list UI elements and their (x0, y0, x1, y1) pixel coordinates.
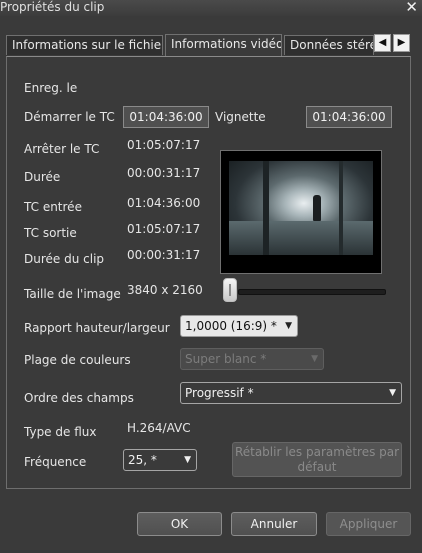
chevron-down-icon: ▼ (311, 354, 318, 364)
stop-tc-value: 01:05:07:17 (127, 138, 201, 152)
window-title: Propriétés du clip (0, 0, 105, 14)
image-size-value: 3840 x 2160 (127, 283, 203, 297)
duration-label: Durée (24, 170, 61, 184)
clip-duration-label: Durée du clip (24, 252, 105, 266)
thumbnail-slider-track[interactable] (238, 289, 386, 295)
clip-duration-value: 00:00:31:17 (127, 248, 201, 262)
tab-stereo-data[interactable]: Données stéré (284, 35, 374, 55)
start-tc-label: Démarrer le TC (24, 110, 115, 124)
tab-video-info[interactable]: Informations vidéo (165, 34, 282, 56)
tab-bar: Informations sur le fichier Informations… (6, 34, 412, 56)
tab-file-info[interactable]: Informations sur le fichier (6, 35, 163, 55)
chevron-down-icon: ▼ (285, 321, 292, 331)
tab-scroll-right-icon[interactable]: ▶ (393, 34, 410, 52)
frame-rate-select[interactable]: 25, * ▼ (123, 449, 197, 471)
cancel-button[interactable]: Annuler (231, 512, 317, 536)
frame-rate-label: Fréquence (24, 455, 87, 469)
apply-button: Appliquer (326, 512, 411, 536)
field-order-select[interactable]: Progressif * ▼ (180, 382, 402, 404)
stop-tc-label: Arrêter le TC (24, 142, 100, 156)
tc-in-label: TC entrée (24, 200, 82, 214)
frame-rate-value: 25, * (128, 453, 157, 467)
tc-out-label: TC sortie (24, 226, 77, 240)
field-order-value: Progressif * (185, 386, 254, 400)
ok-button[interactable]: OK (137, 512, 222, 536)
color-range-value: Super blanc * (185, 352, 267, 366)
tc-out-value: 01:05:07:17 (127, 222, 201, 236)
close-icon[interactable]: ✕ (405, 0, 418, 16)
aspect-ratio-value: 1,0000 (16:9) * (185, 319, 277, 333)
image-size-label: Taille de l'image (24, 287, 121, 301)
chevron-down-icon: ▼ (184, 455, 191, 465)
title-bar: Propriétés du clip ✕ (0, 0, 422, 16)
stream-type-label: Type de flux (24, 425, 97, 439)
reset-defaults-button: Rétablir les paramètres par défaut (232, 442, 402, 477)
start-tc-field[interactable]: 01:04:36:00 (123, 106, 209, 128)
chevron-down-icon: ▼ (389, 388, 396, 398)
thumbnail-preview (220, 150, 382, 274)
thumbnail-label: Vignette (215, 110, 266, 124)
preview-image (229, 161, 373, 255)
color-range-select: Super blanc * ▼ (180, 348, 324, 370)
enreg-label: Enreg. le (24, 81, 78, 95)
color-range-label: Plage de couleurs (24, 353, 131, 367)
tc-in-value: 01:04:36:00 (127, 196, 201, 210)
stream-type-value: H.264/AVC (127, 421, 191, 435)
aspect-ratio-select[interactable]: 1,0000 (16:9) * ▼ (180, 315, 298, 337)
tab-scroll-left-icon[interactable]: ◀ (374, 34, 391, 52)
field-order-label: Ordre des champs (24, 391, 134, 405)
thumbnail-slider-handle[interactable] (223, 278, 237, 302)
aspect-ratio-label: Rapport hauteur/largeur (24, 321, 170, 335)
thumbnail-tc-field[interactable]: 01:04:36:00 (306, 106, 392, 128)
duration-value: 00:00:31:17 (127, 166, 201, 180)
